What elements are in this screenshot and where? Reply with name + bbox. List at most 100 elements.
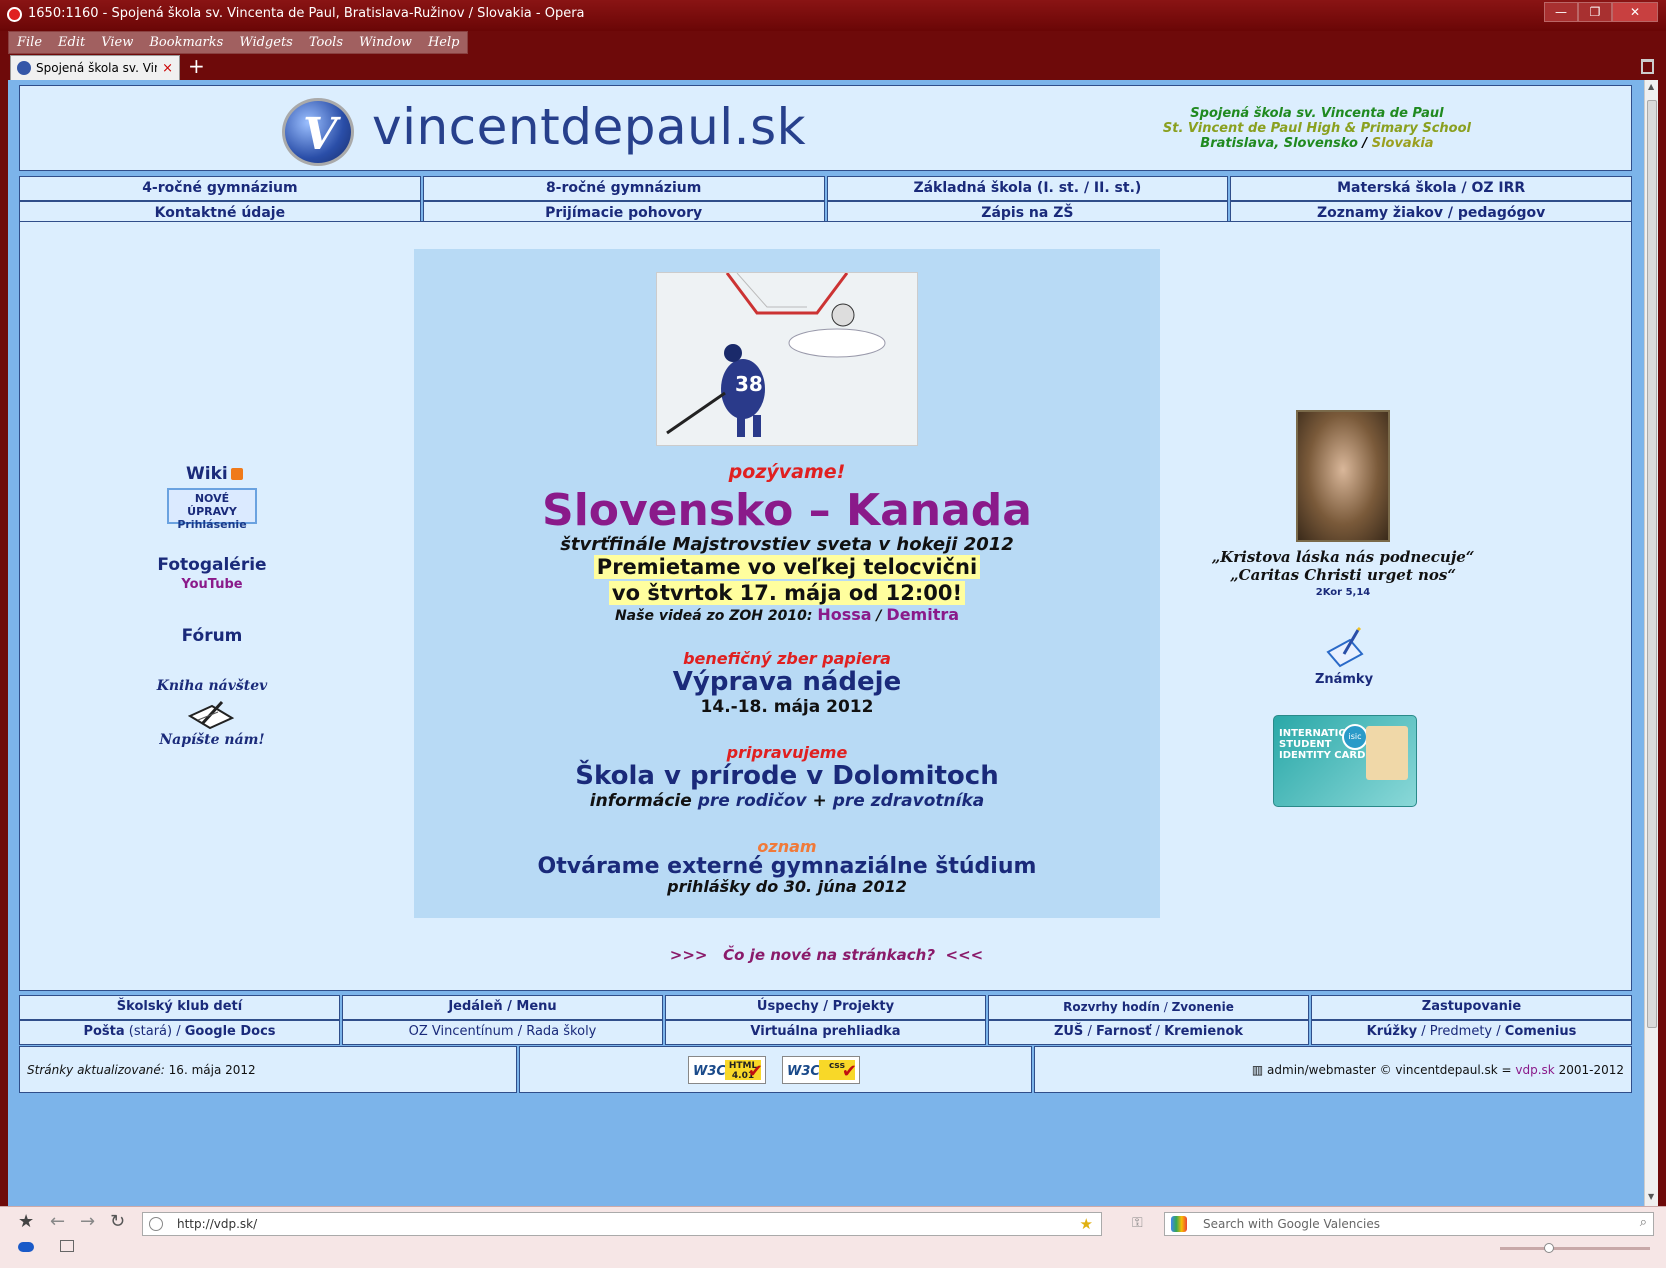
nav-rozvrhy[interactable]: Rozvrhy hodín / Zvonenie	[988, 995, 1309, 1020]
images-icon[interactable]	[60, 1240, 74, 1252]
nav-skolsky-klub[interactable]: Školský klub detí	[19, 995, 340, 1020]
nav-uspechy[interactable]: Úspechy / Projekty	[665, 995, 986, 1020]
menu-widgets[interactable]: Widgets	[231, 32, 301, 53]
nav-8-rocne[interactable]: 8-ročné gymnázium	[422, 176, 825, 201]
vyprava-title[interactable]: Výprava nádeje	[414, 667, 1160, 697]
footer: Stránky aktualizované: 16. mája 2012 W3C…	[19, 1046, 1632, 1093]
nav-zastupovanie[interactable]: Zastupovanie	[1311, 995, 1632, 1020]
page-scrollbar[interactable]: ▲ ▼	[1644, 80, 1658, 1206]
w3c-html-badge[interactable]: W3C HTML 4.01 ✔	[688, 1056, 766, 1084]
otvarame-title[interactable]: Otvárame externé gymnaziálne štúdium	[414, 854, 1160, 879]
school-name-sk: Spojená škola sv. Vincenta de Paul	[1190, 106, 1444, 121]
video-demitra-link[interactable]: Demitra	[886, 605, 959, 624]
nav-kruzky[interactable]: Krúžky / Predmety / Comenius	[1311, 1020, 1632, 1045]
menu-view[interactable]: View	[93, 32, 141, 53]
search-field[interactable]: Search with Google Valencies ⌕	[1164, 1212, 1654, 1236]
wiki-new-edits[interactable]: NOVÉ ÚPRAVY	[169, 492, 255, 518]
nav-virtualna[interactable]: Virtuálna prehliadka	[665, 1020, 986, 1045]
nav-zus[interactable]: ZUŠ / Farnosť / Kremienok	[988, 1020, 1309, 1045]
grades-icon[interactable]	[1322, 626, 1366, 670]
school-name-en: St. Vincent de Paul High & Primary Schoo…	[1162, 121, 1471, 136]
key-icon[interactable]: ⚿	[1132, 1215, 1143, 1231]
main-content: Wiki NOVÉ ÚPRAVY Prihlásenie Fotogalérie…	[19, 221, 1632, 991]
rss-icon[interactable]	[230, 468, 243, 480]
menu-file[interactable]: File	[9, 32, 50, 53]
scroll-down-icon[interactable]: ▼	[1648, 1192, 1654, 1201]
window-titlebar: 1650:1160 - Spojená škola sv. Vincenta d…	[0, 0, 1666, 31]
nav-oz-vincentinum[interactable]: OZ Vincentínum / Rada školy	[342, 1020, 663, 1045]
nav-materska[interactable]: Materská škola / OZ IRR	[1230, 176, 1632, 201]
zoom-slider[interactable]	[1500, 1243, 1650, 1253]
vdp-link[interactable]: vdp.sk	[1515, 1063, 1554, 1077]
guestbook-icon[interactable]	[188, 698, 234, 730]
grades-link[interactable]: Známky	[1280, 672, 1408, 687]
wiki-box[interactable]: NOVÉ ÚPRAVY Prihlásenie	[167, 488, 257, 531]
search-icon[interactable]: ⌕	[1640, 1215, 1647, 1230]
forward-icon[interactable]: →	[80, 1211, 95, 1232]
menu-help[interactable]: Help	[420, 32, 468, 53]
benef-label: benefičný zber papiera	[683, 649, 891, 668]
window-controls: — ❐ ✕	[1544, 2, 1658, 22]
pozyvame-label: pozývame!	[728, 461, 846, 483]
menu-edit[interactable]: Edit	[50, 32, 93, 53]
menu-bookmarks[interactable]: Bookmarks	[141, 32, 231, 53]
menu-tools[interactable]: Tools	[301, 32, 351, 53]
guestbook-link[interactable]: Kniha návštev	[150, 678, 274, 694]
isic-card-image[interactable]: INTERNATIONAL STUDENT IDENTITY CARD isic	[1273, 715, 1417, 807]
match-title[interactable]: Slovensko – Kanada	[414, 485, 1160, 536]
announcement-panel: 38 pozývame! Slovensko – Kanada štvrťfin…	[414, 249, 1160, 918]
favicon-icon	[17, 61, 31, 75]
nav-top: 4-ročné gymnázium 8-ročné gymnázium Zákl…	[19, 176, 1632, 201]
footer-validators: W3C HTML 4.01 ✔ W3C css ✔	[519, 1046, 1032, 1093]
nav-4-rocne[interactable]: 4-ročné gymnázium	[19, 176, 421, 201]
info-line: informácie pre rodičov + pre zdravotníka	[589, 791, 985, 811]
google-icon[interactable]	[1171, 1216, 1187, 1232]
skola-title[interactable]: Škola v prírode v Dolomitoch	[414, 761, 1160, 791]
write-us-link[interactable]: Napíšte nám!	[150, 732, 274, 748]
w3c-css-badge[interactable]: W3C css ✔	[782, 1056, 860, 1084]
prihlasky-line: prihlášky do 30. júna 2012	[667, 877, 907, 896]
minimize-button[interactable]: —	[1544, 2, 1578, 22]
scroll-up-icon[interactable]: ▲	[1648, 82, 1654, 91]
video-hossa-link[interactable]: Hossa	[817, 605, 871, 624]
add-bookmark-icon[interactable]: ★	[1080, 1215, 1093, 1233]
school-logo-icon[interactable]: V	[282, 98, 354, 166]
opera-logo-icon	[7, 7, 22, 22]
school-location: Bratislava, Slovensko / Slovakia	[1200, 136, 1434, 151]
isic-photo	[1366, 726, 1408, 780]
nav-jedalen[interactable]: Jedáleň / Menu	[342, 995, 663, 1020]
bookmark-star-icon[interactable]: ★	[18, 1211, 34, 1232]
whats-new-link[interactable]: >>> Čo je nové na stránkach? <<<	[20, 946, 1633, 964]
hockey-photo: 38	[656, 272, 918, 446]
tab-close-icon[interactable]: ×	[162, 61, 173, 76]
maximize-button[interactable]: ❐	[1578, 2, 1612, 22]
opera-unite-icon[interactable]	[18, 1242, 34, 1252]
zoom-slider-knob[interactable]	[1544, 1243, 1554, 1253]
new-tab-button[interactable]: +	[188, 55, 205, 77]
wiki-link[interactable]: Wiki	[186, 464, 243, 484]
youtube-link[interactable]: YouTube	[150, 577, 274, 592]
menu-window[interactable]: Window	[351, 32, 420, 53]
nav-zakladna[interactable]: Základná škola (I. st. / II. st.)	[826, 176, 1229, 201]
wiki-login[interactable]: Prihlásenie	[169, 518, 255, 531]
site-name[interactable]: vincentdepaul.sk	[372, 98, 806, 156]
stats-icon[interactable]: ▥	[1252, 1063, 1263, 1077]
tab-active[interactable]: Spojená škola sv. Vince... ×	[10, 55, 180, 80]
reload-icon[interactable]: ↻	[110, 1211, 125, 1232]
fotogalerie-link[interactable]: Fotogalérie	[150, 555, 274, 575]
close-button[interactable]: ✕	[1612, 2, 1658, 22]
page-info-icon[interactable]	[149, 1217, 163, 1231]
info-medics-link[interactable]: pre zdravotníka	[833, 791, 985, 811]
address-field[interactable]: http://vdp.sk/ ★	[142, 1212, 1102, 1236]
tab-label: Spojená škola sv. Vince...	[36, 61, 157, 75]
nav-posta[interactable]: Pošta (stará) / Google Docs	[19, 1020, 340, 1045]
trash-icon[interactable]	[1641, 59, 1654, 74]
pripravujeme-label: pripravujeme	[726, 743, 848, 762]
admin-link[interactable]: admin/webmaster © vincentdepaul.sk =	[1267, 1063, 1512, 1077]
forum-link[interactable]: Fórum	[150, 626, 274, 646]
back-icon[interactable]: ←	[50, 1211, 65, 1232]
footer-admin: ▥ admin/webmaster © vincentdepaul.sk = v…	[1034, 1046, 1632, 1093]
info-parents-link[interactable]: pre rodičov	[698, 791, 807, 811]
scrollbar-thumb[interactable]	[1647, 100, 1657, 1028]
page-viewport: V vincentdepaul.sk Spojená škola sv. Vin…	[8, 80, 1644, 1206]
